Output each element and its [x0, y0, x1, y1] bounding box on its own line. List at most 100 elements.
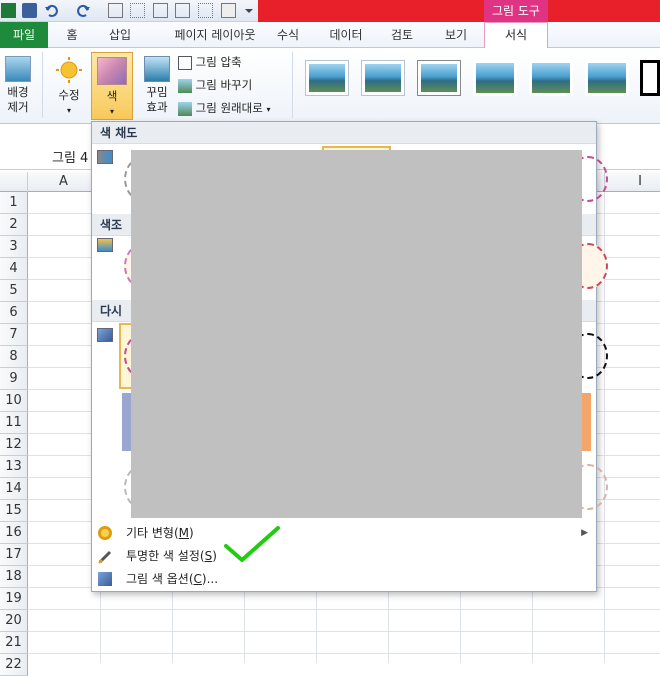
- set-transparent-color-item[interactable]: 투명한 색 설정(S): [92, 545, 596, 567]
- change-picture-button[interactable]: 그림 바꾸기: [178, 78, 252, 93]
- tab-file[interactable]: 파일: [0, 22, 48, 48]
- tone-icon: [97, 238, 113, 252]
- set-transparent-color-label: 투명한 색 설정: [126, 549, 200, 563]
- column-header-i[interactable]: I: [604, 172, 660, 192]
- picture-style-thumb[interactable]: [640, 60, 660, 96]
- row-header[interactable]: 4: [0, 258, 28, 280]
- picture-style-thumb[interactable]: [473, 60, 517, 96]
- picture-color-options-ellipsis: ...: [206, 572, 219, 586]
- picture-color-options-text: 그림 색 옵션(C)...: [126, 572, 219, 586]
- row-header[interactable]: 13: [0, 456, 28, 478]
- grid-icon[interactable]: [153, 3, 168, 18]
- row-header[interactable]: 8: [0, 346, 28, 368]
- picture-style-thumb[interactable]: [585, 60, 629, 96]
- tab-review[interactable]: 검토: [382, 22, 422, 48]
- ribbon-separator: [42, 52, 43, 118]
- row-header[interactable]: 3: [0, 236, 28, 258]
- corrections-button[interactable]: 수정 ▾: [50, 56, 88, 118]
- saturation-icon: [97, 150, 113, 164]
- change-picture-icon: [178, 78, 192, 93]
- name-box[interactable]: 그림 4: [52, 147, 88, 166]
- reset-picture-button[interactable]: 그림 원래대로 ▾: [178, 101, 270, 117]
- artistic-effects-button[interactable]: 꾸밈 효과: [138, 56, 176, 115]
- row-header[interactable]: 14: [0, 478, 28, 500]
- green-checkmark-annotation: [224, 526, 280, 562]
- row-header[interactable]: 12: [0, 434, 28, 456]
- compress-pictures-button[interactable]: 그림 압축: [178, 55, 242, 70]
- tab-home[interactable]: 홈: [56, 22, 88, 48]
- picture-color-options-label: 그림 색 옵션: [126, 572, 189, 586]
- tab-page-layout[interactable]: 페이지 레이아웃: [150, 22, 280, 48]
- save-icon[interactable]: [22, 3, 37, 18]
- row-header[interactable]: 5: [0, 280, 28, 302]
- artistic-effects-label-2: 효과: [146, 100, 168, 114]
- compress-pictures-label: 그림 압축: [195, 55, 242, 69]
- chevron-down-icon: ▾: [66, 106, 71, 115]
- grid-line: [28, 631, 660, 632]
- row-header[interactable]: 17: [0, 544, 28, 566]
- grid-line: [28, 609, 660, 610]
- more-variations-accel: M: [178, 526, 190, 540]
- set-transparent-color-text: 투명한 색 설정(S): [126, 549, 217, 563]
- customize-qat-icon[interactable]: [244, 3, 259, 18]
- border-icon[interactable]: [175, 3, 190, 18]
- set-transparent-color-accel: S: [204, 549, 213, 563]
- picture-style-thumb[interactable]: [529, 60, 573, 96]
- row-header[interactable]: 11: [0, 412, 28, 434]
- color-label: 색: [106, 89, 118, 103]
- row-header[interactable]: 22: [0, 654, 28, 676]
- grid-line: [28, 653, 660, 654]
- picture-tools-label: 그림 도구: [484, 0, 548, 22]
- ribbon-separator: [292, 52, 293, 118]
- chevron-down-icon: ▾: [266, 105, 271, 114]
- pen-icon: [98, 549, 112, 564]
- picture-color-options-accel: C: [193, 572, 202, 586]
- tab-view[interactable]: 보기: [436, 22, 476, 48]
- reset-picture-icon: [178, 101, 192, 116]
- row-header[interactable]: 21: [0, 632, 28, 654]
- artistic-effects-label-1: 꾸밈: [146, 85, 168, 99]
- row-header[interactable]: 7: [0, 324, 28, 346]
- palette-icon: [98, 526, 112, 540]
- remove-background-icon: [5, 56, 31, 82]
- picture-color-options-item[interactable]: 그림 색 옵션(C)...: [92, 568, 596, 590]
- row-header[interactable]: 15: [0, 500, 28, 522]
- submenu-arrow-icon: ▶: [581, 528, 588, 538]
- picture-style-thumb[interactable]: [417, 60, 461, 96]
- row-header[interactable]: 10: [0, 390, 28, 412]
- row-header[interactable]: 20: [0, 610, 28, 632]
- row-header[interactable]: 19: [0, 588, 28, 610]
- tab-data[interactable]: 데이터: [318, 22, 374, 48]
- redacted-thumbnail-grid: [131, 150, 582, 518]
- row-header[interactable]: 16: [0, 522, 28, 544]
- chevron-down-icon: ▾: [109, 107, 114, 116]
- row-header[interactable]: 18: [0, 566, 28, 588]
- more-variations-item[interactable]: 기타 변형(M) ▶: [92, 522, 596, 544]
- sun-icon: [56, 57, 82, 83]
- redo-icon[interactable]: [76, 3, 91, 18]
- picture-style-thumb[interactable]: [305, 60, 349, 96]
- remove-background-button[interactable]: 배경 제거: [2, 56, 34, 115]
- reset-picture-label: 그림 원래대로: [195, 101, 263, 115]
- number-format-icon[interactable]: [221, 3, 236, 18]
- more-variations-label: 기타 변형: [126, 526, 174, 540]
- row-header[interactable]: 1: [0, 192, 28, 214]
- tab-formulas[interactable]: 수식: [268, 22, 308, 48]
- picture-style-thumb[interactable]: [361, 60, 405, 96]
- tab-insert[interactable]: 삽입: [100, 22, 140, 48]
- select-all-corner[interactable]: [0, 172, 28, 192]
- border-none-icon[interactable]: [198, 3, 213, 18]
- tab-format[interactable]: 서식: [484, 22, 548, 49]
- color-button[interactable]: 색 ▾: [91, 52, 133, 120]
- undo-icon[interactable]: [44, 3, 59, 18]
- row-header[interactable]: 6: [0, 302, 28, 324]
- align-icon[interactable]: [130, 3, 145, 18]
- row-header[interactable]: 2: [0, 214, 28, 236]
- more-variations-text: 기타 변형(M): [126, 526, 194, 540]
- row-header[interactable]: 9: [0, 368, 28, 390]
- table-icon[interactable]: [108, 3, 123, 18]
- title-bar: [258, 0, 660, 22]
- column-header-a[interactable]: A: [28, 172, 100, 192]
- change-picture-label: 그림 바꾸기: [195, 78, 253, 92]
- section-header-saturation: 색 채도: [92, 122, 596, 144]
